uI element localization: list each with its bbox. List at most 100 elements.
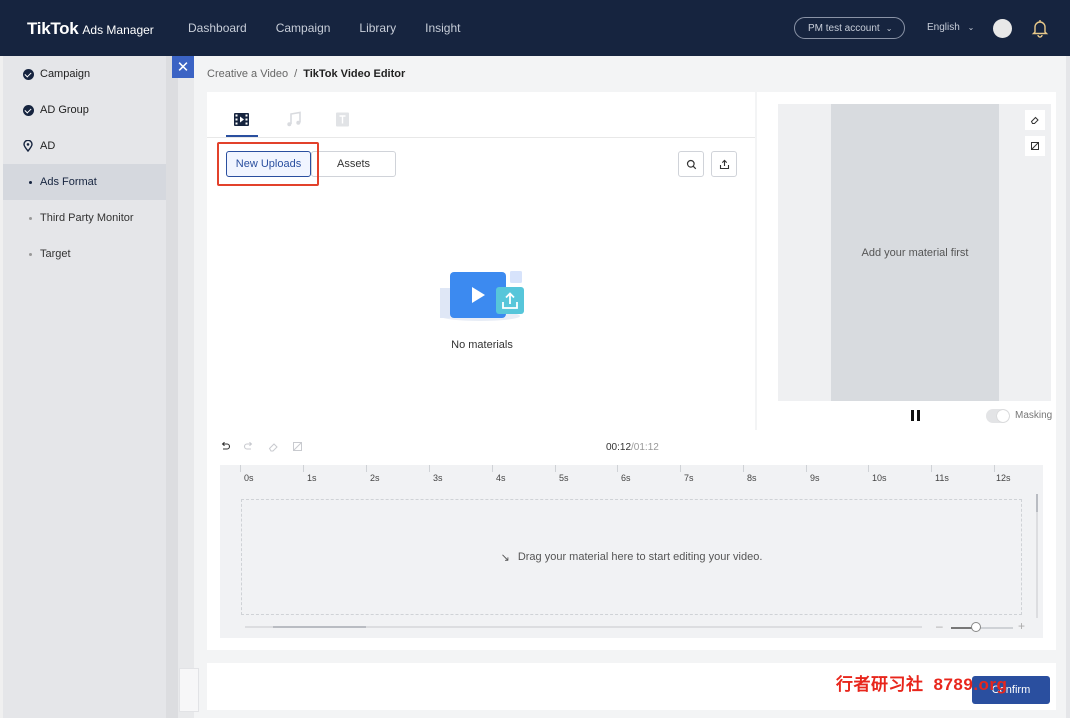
check-circle-icon: [23, 68, 34, 80]
ruler-tick: [555, 465, 556, 472]
vertical-scrollbar[interactable]: [1036, 494, 1038, 618]
avatar[interactable]: [993, 19, 1012, 38]
empty-upload-illustration: [440, 271, 524, 321]
timecode: 00:12/01:12: [606, 442, 659, 453]
background-page-card: [179, 668, 199, 712]
sidebar-item-label: Campaign: [40, 68, 91, 80]
sidebar-item-ad-group[interactable]: AD Group: [3, 92, 166, 128]
search-button[interactable]: [678, 151, 704, 177]
ruler-tick-label: 1s: [307, 473, 317, 483]
sidebar-item-ad[interactable]: AD: [3, 128, 166, 164]
sidebar-item-third-party-monitor[interactable]: Third Party Monitor: [3, 200, 166, 236]
crop-tool-button[interactable]: [1025, 136, 1045, 156]
redo-icon[interactable]: [243, 441, 254, 452]
upload-button[interactable]: [711, 151, 737, 177]
time-ruler: 0s 1s 2s 3s 4s 5s 6s 7s 8s 9s 10s 11s 12…: [240, 465, 1023, 489]
pause-icon[interactable]: [911, 410, 920, 421]
ruler-tick: [743, 465, 744, 472]
brand-subtitle: Ads Manager: [82, 23, 154, 37]
crop-icon[interactable]: [292, 441, 303, 452]
sidebar-item-label: AD Group: [40, 104, 89, 116]
crop-icon: [1031, 142, 1039, 150]
video-tab-icon[interactable]: [233, 111, 250, 128]
location-pin-icon: [23, 140, 33, 152]
close-icon[interactable]: ✕: [172, 56, 194, 78]
eraser-tool-button[interactable]: [1025, 110, 1045, 130]
sidebar-item-label: Ads Format: [40, 176, 97, 188]
timecode-current: 00:12: [606, 442, 632, 453]
ruler-tick: [429, 465, 430, 472]
brand[interactable]: TikTok Ads Manager: [27, 19, 154, 39]
ruler-tick-label: 5s: [559, 473, 569, 483]
preview-screen: Add your material first: [831, 104, 999, 401]
sidebar-item-ads-format[interactable]: Ads Format: [3, 164, 166, 200]
background-page-inner: [178, 56, 194, 718]
right-gutter: [1066, 56, 1070, 718]
breadcrumb-current: TikTok Video Editor: [303, 68, 406, 80]
nav-dashboard[interactable]: Dashboard: [188, 21, 247, 35]
search-icon: [686, 159, 696, 169]
breadcrumb-parent[interactable]: Creative a Video: [207, 68, 288, 80]
ruler-tick-label: 10s: [872, 473, 887, 483]
ruler-tick-label: 9s: [810, 473, 820, 483]
ruler-tick: [240, 465, 241, 472]
highlight-annotation: [217, 142, 319, 186]
assets-button[interactable]: Assets: [311, 151, 396, 177]
ruler-tick-label: 8s: [747, 473, 757, 483]
preview-placeholder: Add your material first: [861, 246, 969, 259]
ruler-tick-label: 12s: [996, 473, 1011, 483]
bullet-dot: [29, 180, 32, 184]
ruler-tick-label: 11s: [935, 473, 949, 483]
top-nav-bar: TikTok Ads Manager Dashboard Campaign Li…: [0, 0, 1070, 56]
sidebar-item-campaign[interactable]: Campaign: [3, 56, 166, 92]
masking-toggle[interactable]: [986, 409, 1010, 423]
zoom-in-icon[interactable]: +: [1018, 619, 1025, 633]
sidebar-item-target[interactable]: Target: [3, 236, 166, 272]
watermark-number: 8789.org: [933, 675, 1008, 694]
eraser-icon: [1030, 116, 1039, 124]
music-tab-icon[interactable]: [285, 111, 302, 128]
ruler-tick: [931, 465, 932, 472]
ruler-tick-label: 0s: [244, 473, 254, 483]
brand-logo: TikTok: [27, 19, 79, 38]
sidebar: Campaign AD Group AD Ads Format Third Pa…: [3, 56, 166, 718]
account-name: PM test account: [808, 22, 880, 34]
ruler-tick: [868, 465, 869, 472]
nav-campaign[interactable]: Campaign: [276, 21, 331, 35]
watermark-text: 行者研习社: [836, 675, 924, 694]
chevron-down-icon: ⌄: [967, 23, 975, 32]
ruler-tick: [994, 465, 995, 472]
account-selector[interactable]: PM test account ⌄: [794, 17, 905, 39]
drop-hint: Drag your material here to start editing…: [517, 551, 763, 563]
ruler-tick-label: 2s: [370, 473, 380, 483]
nav-library[interactable]: Library: [359, 21, 396, 35]
ruler-tick: [617, 465, 618, 472]
nav-insight[interactable]: Insight: [425, 21, 460, 35]
ruler-tick-label: 6s: [621, 473, 631, 483]
sidebar-item-label: AD: [40, 140, 56, 152]
bell-icon[interactable]: [1031, 18, 1049, 38]
breadcrumb: Creative a Video / TikTok Video Editor: [207, 68, 405, 80]
sidebar-item-label: Third Party Monitor: [40, 212, 134, 224]
ruler-tick-label: 3s: [433, 473, 443, 483]
language-selector[interactable]: English ⌄: [927, 22, 974, 33]
text-tab-icon[interactable]: [334, 111, 351, 128]
background-page-strip: [166, 56, 194, 718]
ruler-tick: [680, 465, 681, 472]
ruler-tick-label: 7s: [684, 473, 694, 483]
upload-icon: [719, 159, 729, 169]
zoom-slider-handle[interactable]: [971, 622, 981, 632]
zoom-out-icon[interactable]: –: [936, 619, 943, 633]
main-nav: Dashboard Campaign Library Insight: [188, 21, 489, 35]
arrow-down-right-icon: ↘: [500, 551, 510, 564]
drop-zone[interactable]: ↘ Drag your material here to start editi…: [241, 499, 1022, 615]
chevron-down-icon: ⌄: [885, 23, 893, 33]
eraser-icon[interactable]: [268, 441, 279, 452]
empty-state-text: No materials: [451, 339, 513, 351]
horizontal-scrollbar[interactable]: [245, 626, 922, 628]
undo-icon[interactable]: [220, 441, 231, 452]
breadcrumb-separator: /: [294, 68, 298, 80]
bullet-dot: [29, 216, 32, 220]
ruler-tick-label: 4s: [496, 473, 506, 483]
timecode-total: /01:12: [631, 442, 659, 453]
